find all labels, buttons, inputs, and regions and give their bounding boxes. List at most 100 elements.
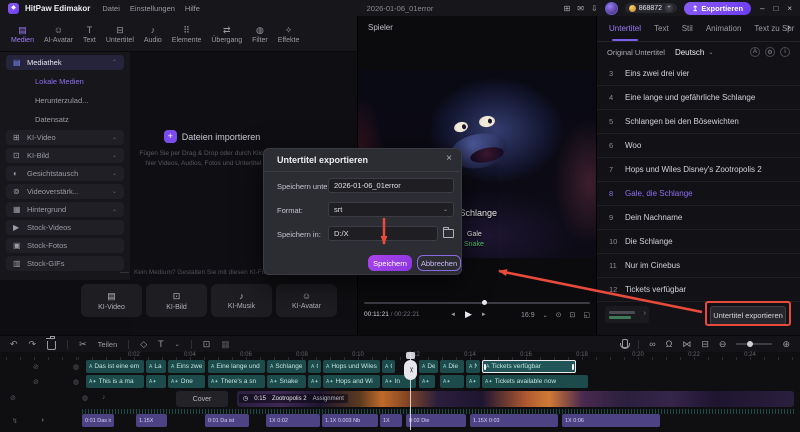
format-select[interactable]: srt ⌄ <box>328 202 454 217</box>
ai-feature-button[interactable]: ▤ KI-Video <box>81 284 142 317</box>
link-icon[interactable]: ∞ <box>649 340 655 349</box>
subtitle-clip[interactable]: A Das ist eine em <box>86 360 144 373</box>
panel-tab[interactable]: Stil <box>682 24 693 33</box>
save-in-input[interactable]: D:/X <box>328 226 438 241</box>
sidebar-item[interactable]: Datensatz <box>6 111 124 127</box>
subtitle-clip[interactable]: A✦ <box>146 375 166 388</box>
voice-clip[interactable]: 1.1X 0.003 Nb <box>322 414 378 427</box>
subtitle-row[interactable]: 10 Die Schlange <box>597 230 800 254</box>
aspect-ratio-selector[interactable]: 16:9 <box>521 312 535 319</box>
toolbar-item[interactable]: ⇄ Übergang <box>206 25 247 44</box>
sidebar-item[interactable]: ▶ Stock-Videos <box>6 220 124 235</box>
toolbar-item[interactable]: ☺ AI-Avatar <box>39 25 78 44</box>
zoom-slider-knob[interactable] <box>747 341 753 347</box>
sidebar-item[interactable]: ▤ Mediathek ⌃ <box>6 55 124 70</box>
language-selector[interactable]: Deutsch <box>675 48 704 57</box>
voice-clip[interactable]: 0:01 Da ist <box>205 414 249 427</box>
next-frame-button[interactable]: ► <box>481 312 487 318</box>
player-progress-bar[interactable] <box>364 302 590 304</box>
subtitle-row[interactable]: 5 Schlangen bei den Bösewichten <box>597 110 800 134</box>
subtitle-clip[interactable]: A✦ <box>308 375 321 388</box>
text-tool-icon[interactable]: T <box>158 340 164 349</box>
subtitle-clip[interactable]: A G <box>308 360 321 373</box>
subtitle-clip[interactable]: A Schlange <box>267 360 306 373</box>
subtitle-clip[interactable]: A✦ There's a sn <box>208 375 265 388</box>
sidebar-item[interactable]: Herunterzulad... <box>6 92 124 108</box>
magnet-icon[interactable]: Ω <box>666 340 673 349</box>
sticker-tool-icon[interactable]: ▦ <box>221 340 230 349</box>
sidebar-item[interactable]: ▣ Stock-Fotos <box>6 238 124 253</box>
promo-chip[interactable]: › <box>605 306 649 323</box>
subtitle-row[interactable]: 3 Eins zwei drei vier <box>597 62 800 86</box>
panel-tab[interactable]: Untertitel <box>609 24 641 33</box>
info-icon[interactable]: i <box>780 47 790 57</box>
subtitle-clip[interactable]: A Tickets verfügbar <box>482 360 576 373</box>
subtitle-clip[interactable]: A✦ One <box>168 375 205 388</box>
feedback-icon[interactable]: ✉ <box>577 4 584 13</box>
crop-tool-icon[interactable]: ⊡ <box>203 340 211 349</box>
track-lock-icon[interactable]: ⊘ <box>10 394 16 402</box>
tabs-overflow-icon[interactable]: › <box>787 22 790 33</box>
crop-icon[interactable]: ⊡ <box>570 311 576 319</box>
subtitle-clip[interactable]: A N <box>466 360 480 373</box>
snapshot-icon[interactable]: ⊙ <box>556 311 562 319</box>
ai-feature-button[interactable]: ☺ KI-Avatar <box>276 284 337 317</box>
fit-timeline-icon[interactable]: ⊟ <box>701 340 709 349</box>
export-video-button[interactable]: ↥ Exportieren <box>684 2 751 15</box>
translate-icon[interactable]: A <box>750 47 760 57</box>
save-button[interactable]: Speichern <box>368 255 412 271</box>
ai-feature-button[interactable]: ⊡ KI-Bild <box>146 284 207 317</box>
toolbar-item[interactable]: ♪ Audio <box>139 25 167 44</box>
split-label[interactable]: Teilen <box>98 340 118 349</box>
voice-clip[interactable]: 1.15X <box>136 414 167 427</box>
fullscreen-icon[interactable]: ◱ <box>583 311 590 319</box>
subtitle-row[interactable]: 6 Woo <box>597 134 800 158</box>
player-progress-knob[interactable] <box>482 300 487 305</box>
subtitle-row[interactable]: 9 Dein Nachname <box>597 206 800 230</box>
sidebar-item[interactable]: ▦ Hintergrund ⌄ <box>6 202 124 217</box>
auto-ripple-icon[interactable]: ⋈ <box>682 340 691 349</box>
previous-frame-button[interactable]: ◄ <box>450 312 456 318</box>
subtitle-clip[interactable]: A✦ <box>466 375 480 388</box>
panel-tab[interactable]: Animation <box>706 24 742 33</box>
mask-icon[interactable]: ◇ <box>140 340 147 349</box>
user-avatar[interactable] <box>605 2 618 15</box>
toolbar-item[interactable]: ✧ Effekte <box>273 25 305 44</box>
layout-icon[interactable]: ⊞ <box>564 4 571 13</box>
microphone-icon[interactable] <box>622 339 628 348</box>
sidebar-item[interactable]: Lokale Medien <box>6 73 124 89</box>
save-as-input[interactable]: 2026-01-06_01error <box>328 178 454 193</box>
zoom-out-icon[interactable]: ⊖ <box>719 340 727 349</box>
subtitle-clip[interactable]: A Die <box>440 360 464 373</box>
subtitle-clip[interactable]: A Hops und Wiles <box>323 360 380 373</box>
subtitle-row[interactable]: 8 Gale, die Schlange <box>597 182 800 206</box>
zoom-in-icon[interactable]: ⊕ <box>782 340 790 349</box>
subtitle-clip[interactable]: A✦ <box>419 375 435 388</box>
menu-item[interactable]: Datei <box>102 4 120 13</box>
toolbar-item[interactable]: ▤ Medien <box>6 25 39 44</box>
export-subtitles-button[interactable]: Untertitel exportieren <box>710 306 786 325</box>
subtitle-row[interactable]: 7 Hops und Wiles Disney's Zootropolis 2 <box>597 158 800 182</box>
subtitle-clip[interactable]: A✦ Tickets available now <box>482 375 588 388</box>
subtitle-clip[interactable]: A Eins zwei <box>168 360 205 373</box>
playhead-split-handle[interactable]: ✂ <box>404 360 417 380</box>
redo-icon[interactable]: ↷ <box>29 340 37 349</box>
voice-clip[interactable]: 0:02 Die <box>406 414 466 427</box>
maximize-button[interactable]: □ <box>773 4 778 13</box>
subtitle-clip[interactable]: A✦ Hops and Wi <box>323 375 380 388</box>
toolbar-item[interactable]: T Text <box>78 25 101 44</box>
track-audio-icon[interactable]: ♪ <box>102 394 106 401</box>
play-button[interactable]: ▶ <box>465 309 472 320</box>
track-hide-icon[interactable]: ◍ <box>82 394 88 402</box>
scissors-icon[interactable]: ✂ <box>79 340 87 349</box>
subtitle-clip[interactable]: A De <box>419 360 438 373</box>
sidebar-item[interactable]: ◐ Gesichtstausch ⌄ <box>6 166 124 181</box>
voice-clip[interactable]: 1X 0:02 <box>266 414 320 427</box>
menu-item[interactable]: Hilfe <box>185 4 200 13</box>
subtitle-clip[interactable]: A✦ <box>440 375 464 388</box>
undo-icon[interactable]: ↶ <box>10 340 18 349</box>
video-clip[interactable]: ◷ 0:15 Zootropolis 2 Assignment <box>237 391 794 407</box>
sidebar-item[interactable]: ⊚ Videoverstärk... ⌄ <box>6 184 124 199</box>
subtitle-clip[interactable]: A La <box>146 360 166 373</box>
cancel-button[interactable]: Abbrechen <box>417 255 461 271</box>
